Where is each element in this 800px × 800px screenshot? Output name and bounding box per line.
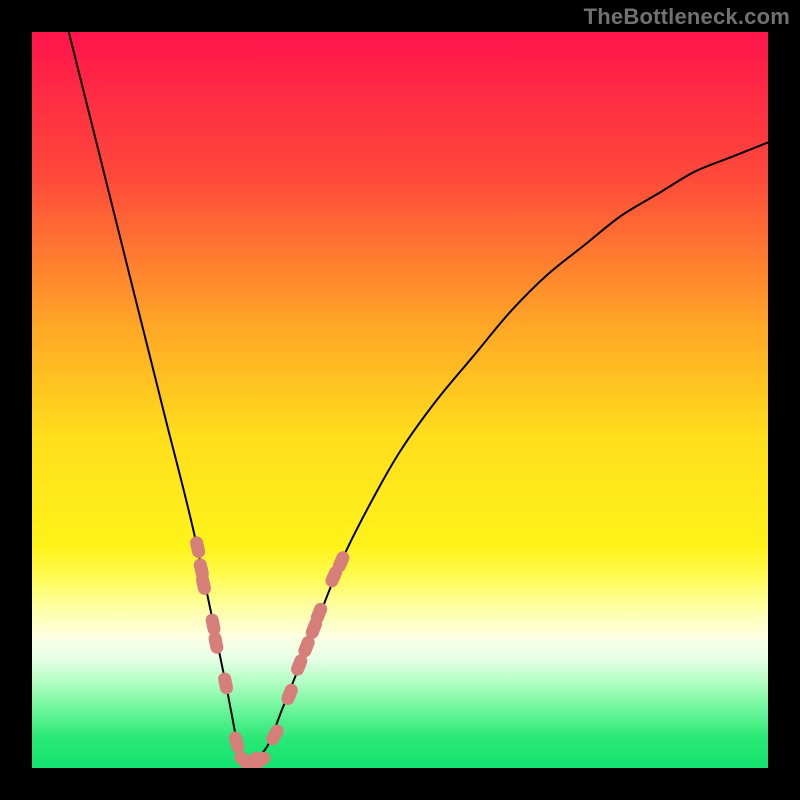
chart-frame: TheBottleneck.com (0, 0, 800, 800)
watermark-text: TheBottleneck.com (584, 4, 790, 30)
gradient-background (32, 32, 768, 768)
bottleneck-chart (32, 32, 768, 768)
